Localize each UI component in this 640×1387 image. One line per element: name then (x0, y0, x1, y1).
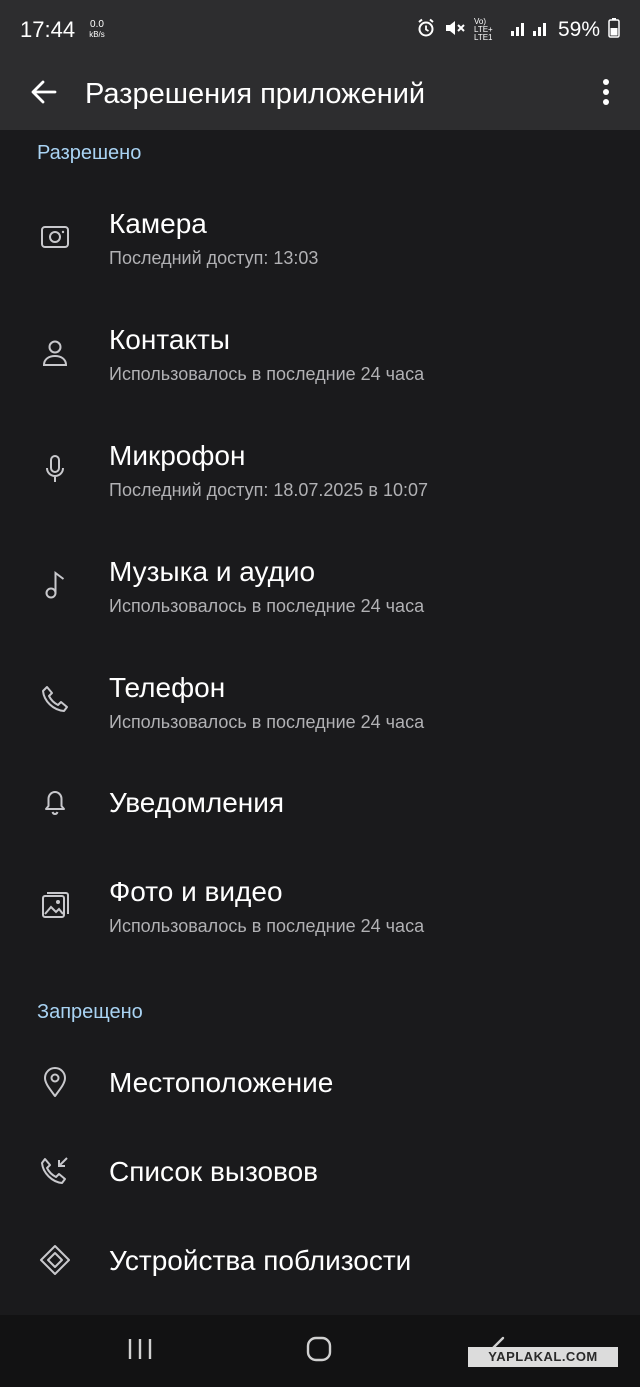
status-time: 17:44 (20, 17, 76, 42)
permission-subtitle: Использовалось в последние 24 часа (109, 712, 425, 732)
status-icons: Vo) LTE+ LTE1 59% (416, 16, 620, 44)
permission-title: Музыка и аудио (109, 556, 316, 587)
permission-item-call-log[interactable]: Список вызовов (0, 1139, 640, 1239)
permission-title: Местоположение (109, 1067, 334, 1098)
status-bar: 17:44 0.0 kB/s Vo) LTE+ LTE1 59% (0, 0, 640, 60)
phone-icon (38, 682, 72, 716)
recent-apps-icon (127, 1337, 153, 1366)
network-type-line1: Vo) LTE+ (473, 17, 493, 34)
person-icon (38, 336, 72, 370)
network-speed-value: 0.0 (90, 19, 104, 30)
permission-subtitle: Использовалось в последние 24 часа (109, 596, 425, 616)
more-vert-icon (602, 78, 610, 110)
permission-title: Камера (109, 208, 207, 239)
bell-icon (38, 785, 72, 819)
battery-icon (608, 17, 620, 43)
section-header-allowed: Разрешено (37, 142, 142, 164)
app-bar: Разрешения приложений (0, 60, 640, 130)
alarm-icon (416, 18, 436, 43)
home-icon (306, 1336, 332, 1367)
permission-subtitle: Последний доступ: 13:03 (109, 248, 319, 268)
permission-item-music[interactable]: Музыка и аудио Использовалось в последни… (0, 538, 640, 638)
page-title: Разрешения приложений (85, 78, 426, 110)
permission-item-microphone[interactable]: Микрофон Последний доступ: 18.07.2025 в … (0, 422, 640, 522)
permission-title: Телефон (109, 672, 226, 703)
permission-item-photos[interactable]: Фото и видео Использовалось в последние … (0, 858, 640, 958)
recent-apps-button[interactable] (110, 1327, 170, 1375)
permission-title: Фото и видео (109, 876, 283, 907)
more-options-button[interactable] (588, 72, 624, 116)
permission-subtitle: Последний доступ: 18.07.2025 в 10:07 (109, 480, 429, 500)
back-arrow-icon (30, 78, 58, 111)
watermark: YAPLAKAL.COM (468, 1347, 618, 1367)
permission-item-phone[interactable]: Телефон Использовалось в последние 24 ча… (0, 654, 640, 754)
permission-subtitle: Использовалось в последние 24 часа (109, 364, 425, 384)
battery-percentage: 59% (557, 18, 600, 41)
network-type-line2: LTE1 (473, 33, 493, 42)
gallery-icon (38, 888, 72, 922)
home-button[interactable] (289, 1327, 349, 1375)
network-type: Vo) LTE+ LTE1 (474, 18, 502, 42)
permission-title: Список вызовов (109, 1156, 319, 1187)
mute-icon (444, 18, 466, 43)
network-speed-unit: kB/s (89, 30, 105, 39)
permission-title: Контакты (109, 324, 230, 355)
call-log-icon (38, 1154, 72, 1188)
music-note-icon (38, 568, 72, 602)
permission-title: Микрофон (109, 440, 246, 471)
permission-item-contacts[interactable]: Контакты Использовалось в последние 24 ч… (0, 306, 640, 406)
permission-item-notifications[interactable]: Уведомления (0, 770, 640, 870)
permission-title: Устройства поблизости (109, 1245, 412, 1276)
permission-subtitle: Использовалось в последние 24 часа (109, 916, 425, 936)
camera-icon (38, 220, 72, 254)
permission-item-camera[interactable]: Камера Последний доступ: 13:03 (0, 190, 640, 290)
location-pin-icon (38, 1065, 72, 1099)
nearby-devices-icon (38, 1243, 72, 1277)
permission-item-nearby-devices[interactable]: Устройства поблизости (0, 1228, 640, 1328)
back-button[interactable] (22, 72, 66, 116)
permission-title: Уведомления (109, 787, 285, 818)
permission-item-location[interactable]: Местоположение (0, 1050, 640, 1150)
network-speed: 0.0 kB/s (86, 20, 108, 40)
section-header-denied: Запрещено (37, 1001, 143, 1023)
microphone-icon (38, 452, 72, 486)
signal-icon (510, 19, 550, 42)
